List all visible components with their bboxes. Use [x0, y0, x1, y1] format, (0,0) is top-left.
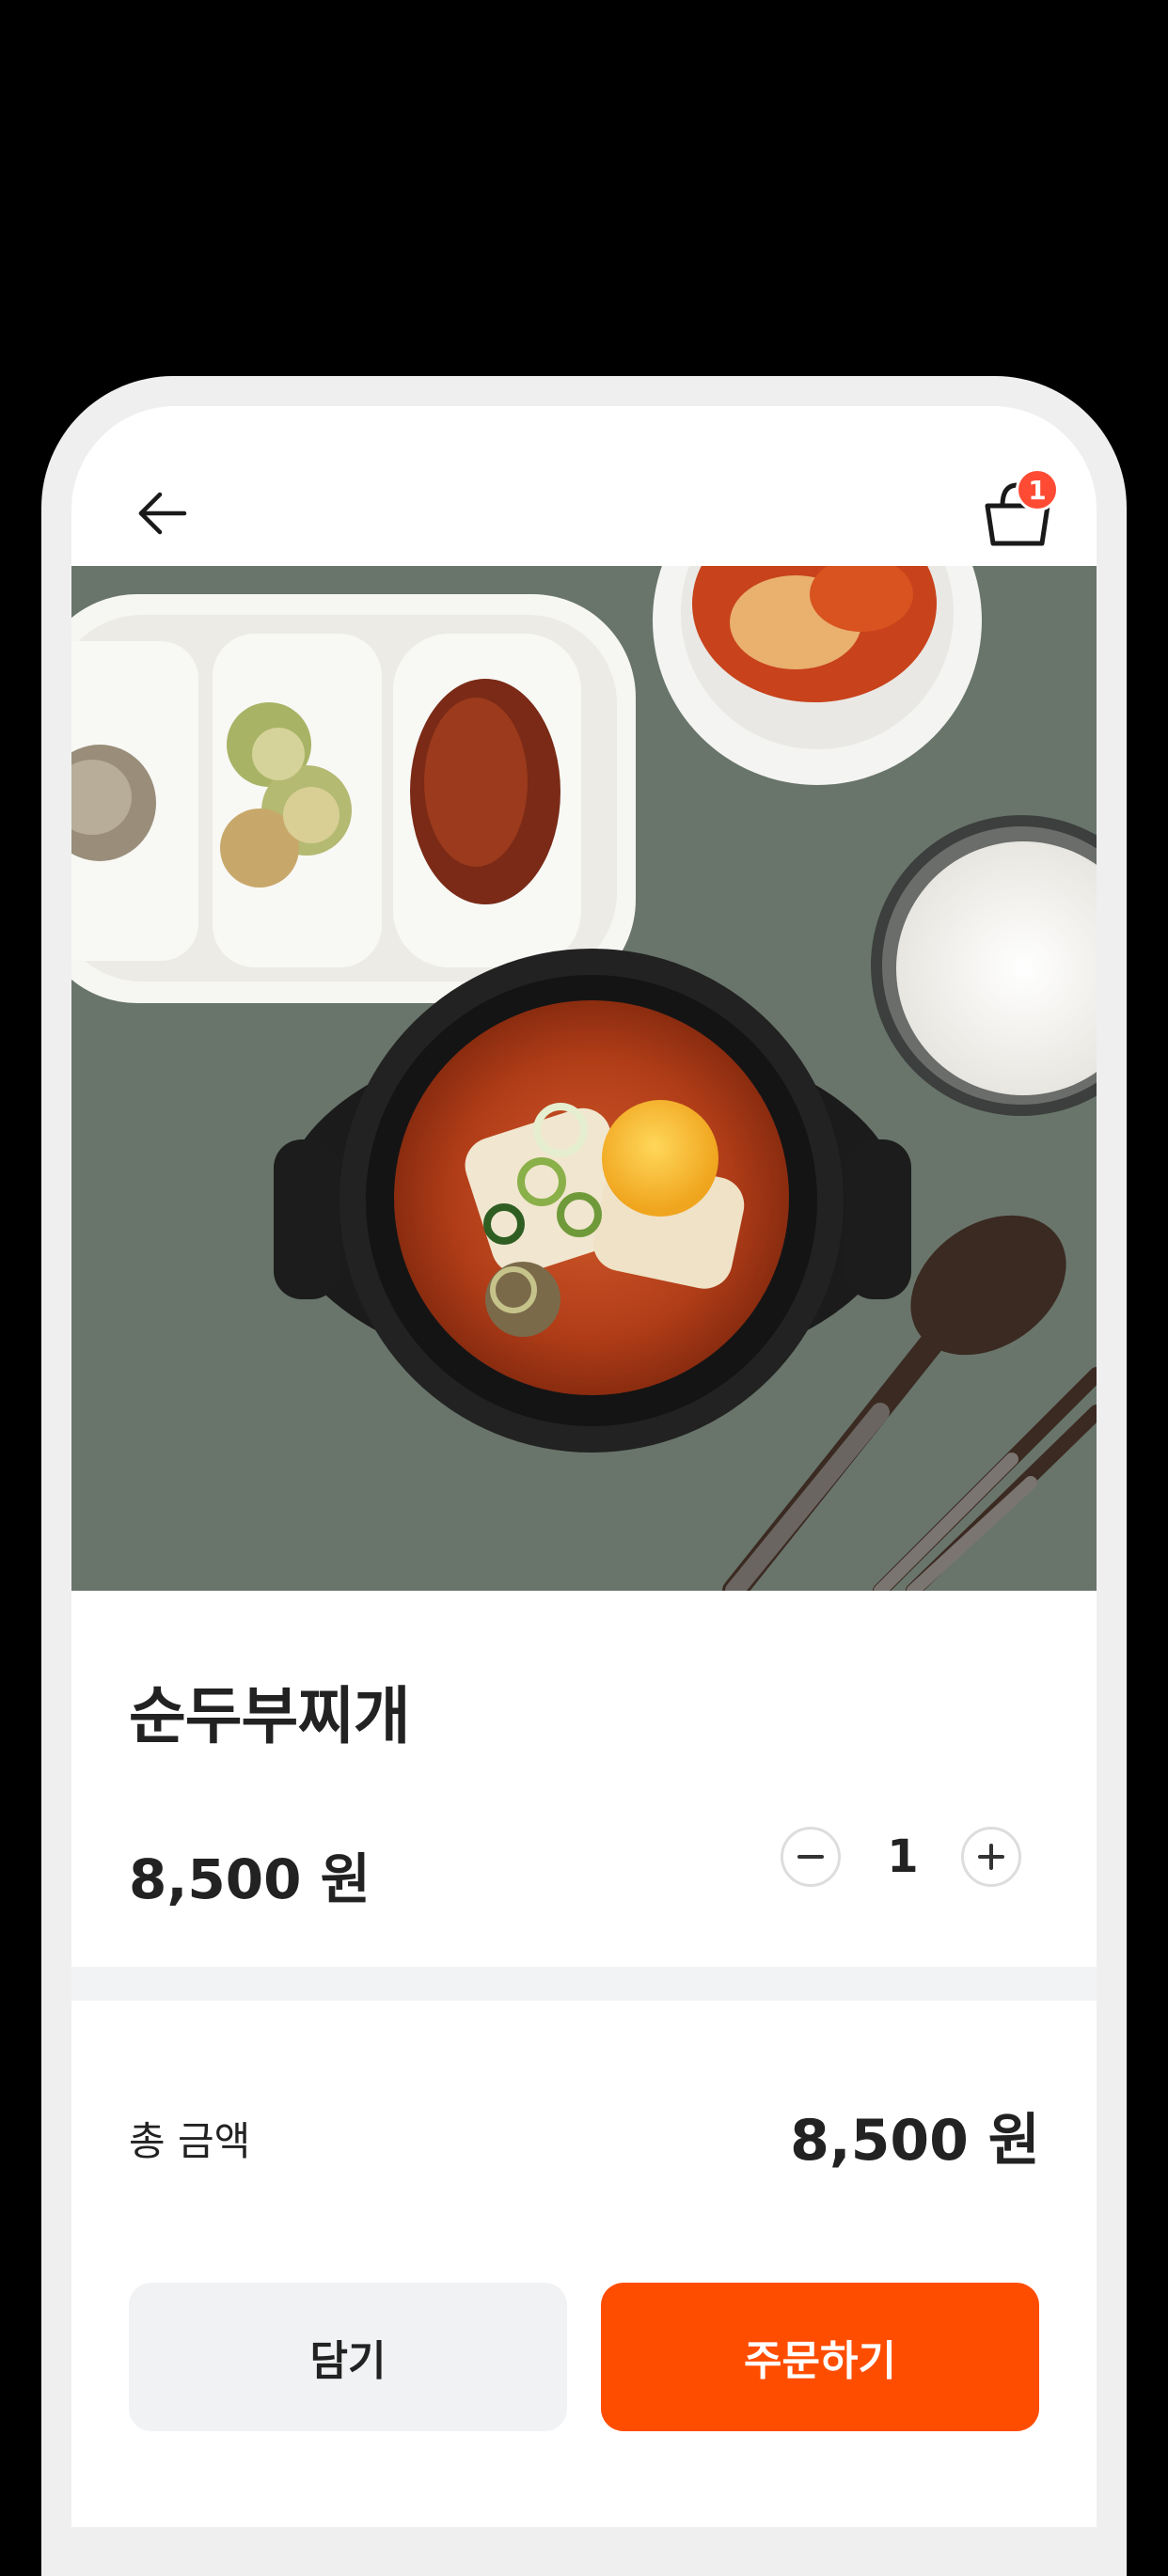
product-detail-screen: 1 순두부찌개 8,500 원 1 총 금액 8,500 원 담기 주문하기	[71, 406, 1097, 2527]
order-summary: 총 금액 8,500 원 담기 주문하기	[71, 2001, 1097, 2527]
top-bar: 1	[71, 406, 1097, 566]
product-image	[71, 566, 1097, 1591]
plus-icon	[978, 1844, 1004, 1870]
product-info: 순두부찌개 8,500 원 1	[71, 1591, 1097, 1967]
add-to-cart-button[interactable]: 담기	[129, 2283, 567, 2431]
total-label: 총 금액	[129, 2118, 251, 2164]
cart-button[interactable]: 1	[980, 468, 1059, 549]
arrow-left-icon	[138, 492, 187, 535]
minus-icon	[797, 1855, 824, 1859]
increase-quantity-button[interactable]	[961, 1827, 1021, 1887]
order-button[interactable]: 주문하기	[601, 2283, 1039, 2431]
product-name: 순두부찌개	[129, 1680, 411, 1752]
cart-count-badge: 1	[1016, 468, 1059, 511]
total-amount: 8,500 원	[790, 2108, 1040, 2174]
quantity-value: 1	[887, 1830, 919, 1883]
back-button[interactable]	[128, 479, 196, 547]
decrease-quantity-button[interactable]	[781, 1827, 841, 1887]
product-price: 8,500 원	[129, 1847, 371, 1911]
section-divider	[71, 1967, 1097, 2001]
quantity-stepper: 1	[781, 1823, 1040, 1891]
